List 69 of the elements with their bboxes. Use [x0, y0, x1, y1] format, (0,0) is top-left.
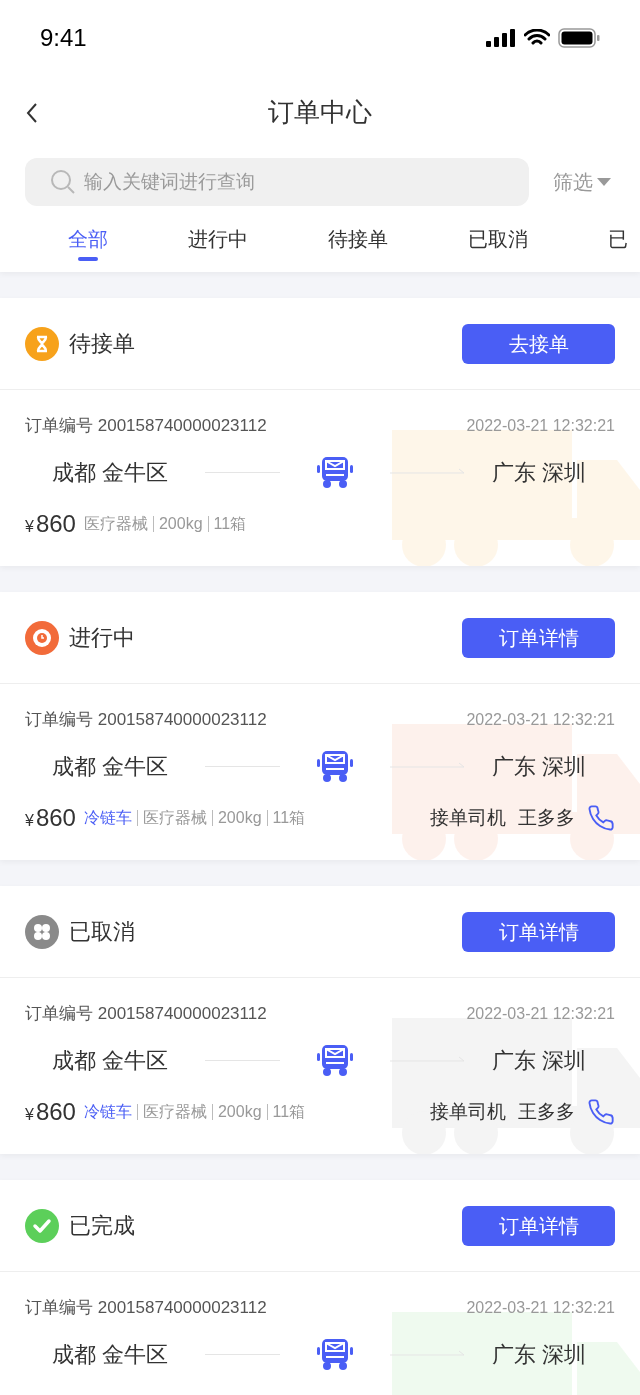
- order-status: 已取消: [69, 918, 135, 946]
- driver-name: 王多多: [518, 805, 575, 830]
- truck-icon: [392, 1018, 640, 1154]
- destination-city: 广东 深圳: [492, 752, 587, 781]
- truck-icon: [392, 430, 640, 566]
- currency-sign: ¥: [25, 517, 34, 537]
- order-action-button[interactable]: 订单详情: [462, 911, 615, 952]
- wifi-icon: [524, 28, 550, 47]
- cargo-tag: 11箱: [213, 512, 247, 536]
- truck-icon: [392, 724, 640, 860]
- cargo-tag: 11箱: [272, 1100, 306, 1124]
- currency-sign: ¥: [25, 811, 34, 831]
- truck-icon: [317, 455, 353, 489]
- truck-icon: [317, 749, 353, 783]
- cargo-tag: 医疗器械: [142, 806, 207, 830]
- tab[interactable]: 进行中: [188, 217, 248, 261]
- origin-city: 成都 金牛区: [51, 1340, 170, 1369]
- order-number: 订单编号 200158740000023112: [25, 1003, 267, 1026]
- status-time: 9:41: [40, 22, 87, 53]
- driver-label: 接单司机: [430, 805, 506, 830]
- order-status: 待接单: [69, 330, 135, 358]
- back-icon[interactable]: [25, 101, 39, 124]
- order-time: 2022-03-21 12:32:21: [466, 416, 615, 436]
- truck-icon: [317, 1337, 353, 1371]
- destination-city: 广东 深圳: [492, 1340, 587, 1369]
- cargo-tag: 冷链车: [83, 806, 132, 830]
- battery-icon: [558, 27, 600, 48]
- search-field[interactable]: 输入关键词进行查询: [25, 158, 529, 206]
- order-time: 2022-03-21 12:32:21: [466, 1004, 615, 1024]
- order-status: 进行中: [69, 624, 135, 652]
- caret-icon: [597, 178, 611, 186]
- destination-city: 广东 深圳: [492, 458, 587, 487]
- cargo-tag: 11箱: [272, 806, 306, 830]
- cargo-tag: 医疗器械: [83, 512, 148, 536]
- tab[interactable]: 待接单: [328, 217, 388, 261]
- order-time: 2022-03-21 12:32:21: [466, 1298, 615, 1318]
- order-action-button[interactable]: 订单详情: [462, 1205, 615, 1246]
- order-status: 已完成: [69, 1212, 135, 1240]
- order-time: 2022-03-21 12:32:21: [466, 710, 615, 730]
- driver-label: 接单司机: [430, 1099, 506, 1124]
- cargo-tag: 医疗器械: [142, 1100, 207, 1124]
- order-price: 860: [35, 803, 76, 833]
- truck-icon: [317, 1043, 353, 1077]
- tab[interactable]: 全部: [68, 217, 108, 261]
- driver-name: 王多多: [518, 1099, 575, 1124]
- origin-city: 成都 金牛区: [51, 1046, 170, 1075]
- tab[interactable]: 已取消: [468, 217, 528, 261]
- order-number: 订单编号 200158740000023112: [25, 709, 267, 732]
- destination-city: 广东 深圳: [492, 1046, 587, 1075]
- filter-button[interactable]: 筛选: [553, 167, 611, 197]
- signal-icon: [486, 28, 516, 47]
- origin-city: 成都 金牛区: [51, 752, 170, 781]
- cargo-tag: 冷链车: [83, 1100, 132, 1124]
- order-action-button[interactable]: 去接单: [462, 323, 615, 364]
- currency-sign: ¥: [25, 1105, 34, 1125]
- search-icon: [50, 169, 76, 195]
- tab[interactable]: 已: [608, 217, 628, 261]
- order-number: 订单编号 200158740000023112: [25, 415, 267, 438]
- order-price: 860: [35, 509, 76, 539]
- cargo-tag: 200kg: [217, 806, 262, 830]
- cargo-tag: 200kg: [158, 512, 203, 536]
- page-title: 订单中心: [268, 96, 372, 129]
- phone-icon[interactable]: [587, 804, 615, 832]
- order-price: 860: [35, 1097, 76, 1127]
- cargo-tag: 200kg: [217, 1100, 262, 1124]
- order-action-button[interactable]: 订单详情: [462, 617, 615, 658]
- phone-icon[interactable]: [587, 1098, 615, 1126]
- origin-city: 成都 金牛区: [51, 458, 170, 487]
- order-number: 订单编号 200158740000023112: [25, 1297, 267, 1320]
